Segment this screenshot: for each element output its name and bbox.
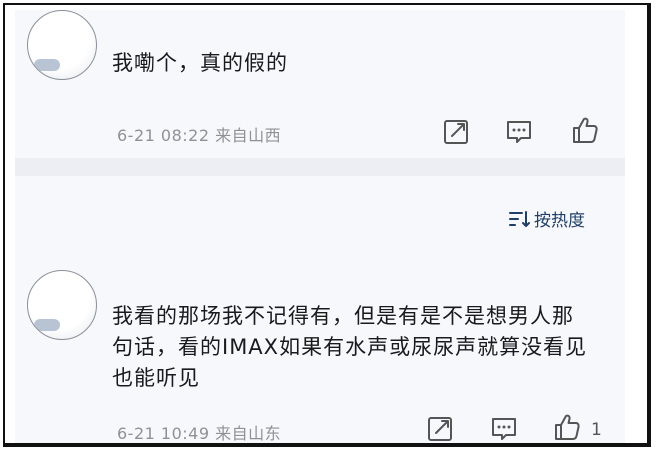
comment-screenshot-frame: 我嘞个，真的假的 6-21 08:22 来自山西 按热度 我看的那场我不记得有，… [3, 3, 651, 447]
avatar[interactable] [27, 10, 97, 80]
comment-meta: 6-21 08:22 来自山西 [117, 126, 282, 145]
share-icon [444, 120, 468, 144]
like-button[interactable] [552, 412, 582, 442]
comment-icon [492, 418, 516, 440]
comment-button[interactable] [504, 117, 534, 147]
avatar-image [34, 59, 60, 71]
sort-by-hot-button[interactable]: 按热度 [508, 206, 585, 231]
sort-icon [509, 210, 530, 227]
comment-card-1: 我嘞个，真的假的 6-21 08:22 来自山西 [15, 10, 625, 158]
thumbs-up-icon [573, 117, 598, 143]
section-divider [15, 158, 625, 176]
comment-text: 我嘞个，真的假的 [112, 51, 288, 75]
repost-button[interactable] [441, 117, 471, 147]
comment-text: 我看的那场我不记得有，但是有是不是想男人那句话，看的IMAX如果有水声或尿尿声就… [112, 304, 588, 390]
comment-list-section: 按热度 我看的那场我不记得有，但是有是不是想男人那句话，看的IMAX如果有水声或… [15, 176, 625, 443]
like-button[interactable] [570, 115, 600, 145]
avatar-image [34, 319, 60, 331]
share-icon [428, 417, 452, 441]
sort-label: 按热度 [534, 211, 585, 231]
like-count: 1 [591, 420, 602, 440]
comment-icon [507, 121, 531, 143]
thumbs-up-icon [555, 414, 580, 440]
comment-meta: 6-21 10:49 来自山东 [117, 424, 282, 443]
comment-button[interactable] [489, 414, 519, 443]
avatar[interactable] [27, 270, 97, 340]
repost-button[interactable] [425, 414, 455, 443]
